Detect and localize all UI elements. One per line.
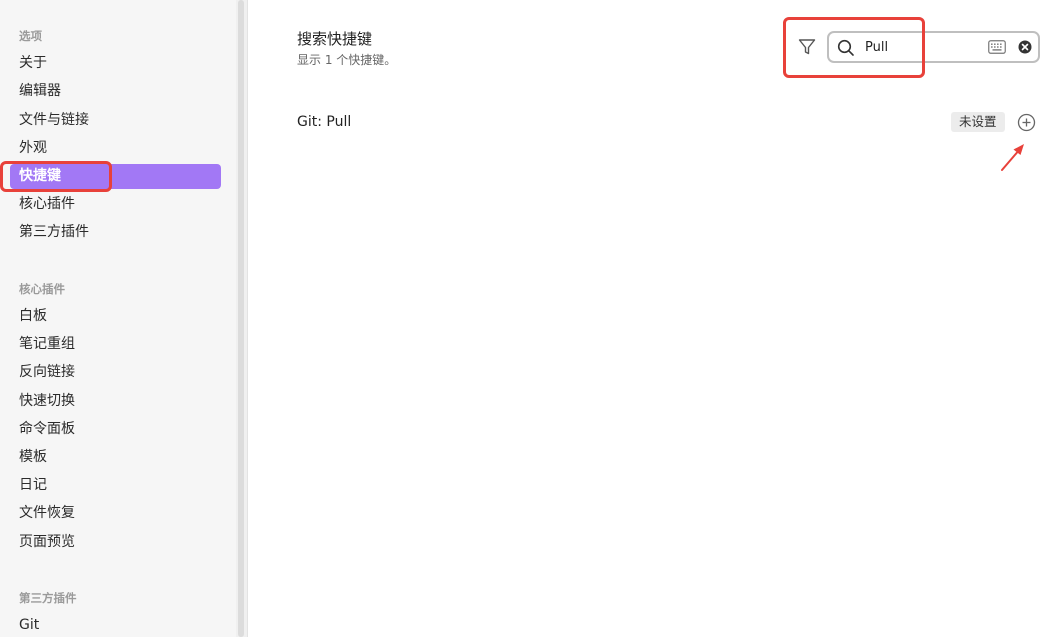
- sidebar-item-git[interactable]: Git: [10, 613, 221, 638]
- sidebar-item-command-palette[interactable]: 命令面板: [10, 417, 221, 442]
- sidebar-item-hotkeys[interactable]: 快捷键: [10, 164, 221, 189]
- keyboard-icon[interactable]: [988, 40, 1006, 54]
- sidebar-item-backlinks[interactable]: 反向链接: [10, 360, 221, 385]
- filter-icon[interactable]: [797, 37, 817, 57]
- sidebar-item-daily-notes[interactable]: 日记: [10, 473, 221, 498]
- hotkey-status-badge: 未设置: [951, 112, 1005, 132]
- sidebar-item-quick-switcher[interactable]: 快速切换: [10, 389, 221, 414]
- hotkey-row-name: Git: Pull: [297, 114, 352, 130]
- sidebar-item-canvas[interactable]: 白板: [10, 304, 221, 329]
- sidebar-item-templates[interactable]: 模板: [10, 445, 221, 470]
- sidebar-item-page-preview[interactable]: 页面预览: [10, 530, 221, 555]
- search-input[interactable]: [865, 37, 975, 57]
- sidebar-item-files-links[interactable]: 文件与链接: [10, 108, 221, 133]
- sidebar-item-about[interactable]: 关于: [10, 51, 221, 76]
- sidebar-scrollbar[interactable]: [236, 0, 248, 637]
- section-title-core-plugins: 核心插件: [19, 282, 65, 296]
- sidebar-item-editor[interactable]: 编辑器: [10, 79, 221, 104]
- clear-icon[interactable]: [1018, 40, 1032, 54]
- settings-sidebar: 选项 关于 编辑器 文件与链接 外观 快捷键 核心插件 第三方插件 核心插件 白…: [0, 0, 236, 637]
- sidebar-item-note-composer[interactable]: 笔记重组: [10, 332, 221, 357]
- sidebar-item-community-plugins[interactable]: 第三方插件: [10, 220, 221, 245]
- search-box[interactable]: [827, 31, 1040, 63]
- scrollbar-thumb[interactable]: [238, 0, 244, 637]
- section-title-community-plugins: 第三方插件: [19, 591, 77, 605]
- sidebar-item-file-recovery[interactable]: 文件恢复: [10, 501, 221, 526]
- annotation-arrow: [1001, 144, 1024, 171]
- page-title: 搜索快捷键: [297, 30, 373, 48]
- sidebar-item-appearance[interactable]: 外观: [10, 136, 221, 161]
- search-icon: [837, 39, 854, 56]
- sidebar-item-core-plugins[interactable]: 核心插件: [10, 192, 221, 217]
- section-title-options: 选项: [19, 29, 42, 43]
- hotkey-count-label: 显示 1 个快捷键。: [297, 53, 397, 67]
- plus-circle-icon[interactable]: [1017, 113, 1036, 132]
